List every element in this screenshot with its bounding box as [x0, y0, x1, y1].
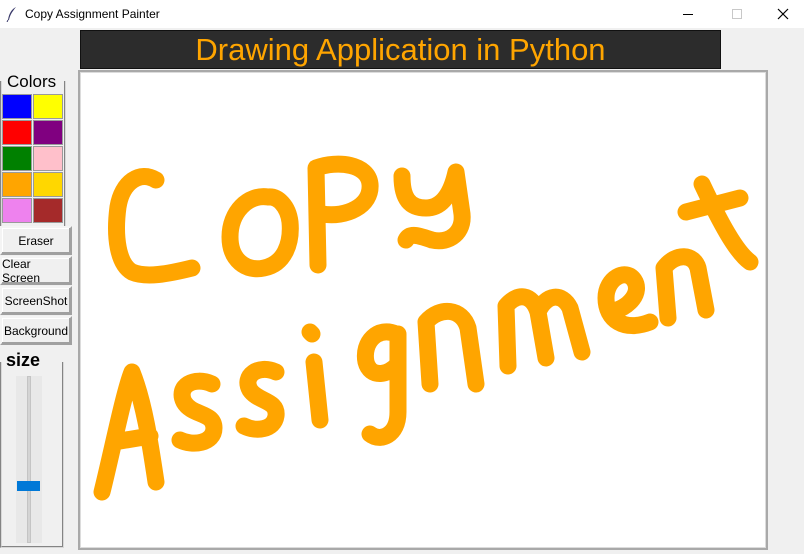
- color-swatch-pink[interactable]: [33, 146, 63, 171]
- stroke-letter-a: [93, 363, 165, 501]
- stroke-letter-s2: [235, 360, 285, 438]
- size-slider-track[interactable]: [27, 376, 31, 543]
- stroke-letter-o: [221, 188, 299, 278]
- eraser-button[interactable]: Eraser: [0, 226, 72, 255]
- title-bar: Copy Assignment Painter: [0, 0, 804, 28]
- color-swatch-yellow[interactable]: [33, 94, 63, 119]
- size-label: size: [4, 350, 43, 371]
- minimize-icon: [683, 14, 693, 15]
- color-swatch-violet[interactable]: [2, 198, 32, 223]
- header-title: Drawing Application in Python: [195, 32, 606, 67]
- stroke-letter-n2: [655, 248, 715, 327]
- drawing-canvas[interactable]: [78, 70, 768, 550]
- stroke-letter-m: [497, 288, 591, 375]
- stroke-letter-s1: [171, 372, 223, 452]
- window-title: Copy Assignment Painter: [25, 7, 160, 21]
- clear-screen-button[interactable]: Clear Screen: [0, 256, 72, 285]
- screenshot-button[interactable]: ScreenShot: [0, 286, 72, 315]
- maximize-button[interactable]: [714, 0, 760, 28]
- stroke-letter-e: [597, 266, 659, 335]
- background-button[interactable]: Background: [0, 316, 72, 345]
- size-slider-thumb[interactable]: [17, 481, 40, 491]
- stroke-letter-p: [307, 155, 379, 274]
- color-swatch-green[interactable]: [2, 146, 32, 171]
- color-swatch-purple[interactable]: [33, 120, 63, 145]
- color-swatch-gold[interactable]: [33, 172, 63, 197]
- stroke-letter-n1: [417, 302, 485, 393]
- minimize-button[interactable]: [665, 0, 711, 28]
- stroke-letter-t: [677, 175, 759, 271]
- colors-label: Colors: [6, 72, 58, 92]
- app-header: Drawing Application in Python: [80, 30, 721, 69]
- stroke-letter-y: [393, 163, 471, 250]
- stroke-letter-i: [301, 323, 329, 429]
- feather-icon: [6, 7, 16, 22]
- stroke-letter-c: [108, 168, 201, 284]
- stroke-letter-g: [356, 323, 407, 446]
- canvas-drawing: [93, 155, 759, 501]
- color-swatch-red[interactable]: [2, 120, 32, 145]
- maximize-icon: [732, 9, 742, 19]
- color-swatch-brown[interactable]: [33, 198, 63, 223]
- app-window: Copy Assignment Painter Drawing Applicat…: [0, 0, 804, 554]
- close-icon: [777, 8, 789, 20]
- close-button[interactable]: [760, 0, 804, 28]
- color-swatch-blue[interactable]: [2, 94, 32, 119]
- color-swatch-orange[interactable]: [2, 172, 32, 197]
